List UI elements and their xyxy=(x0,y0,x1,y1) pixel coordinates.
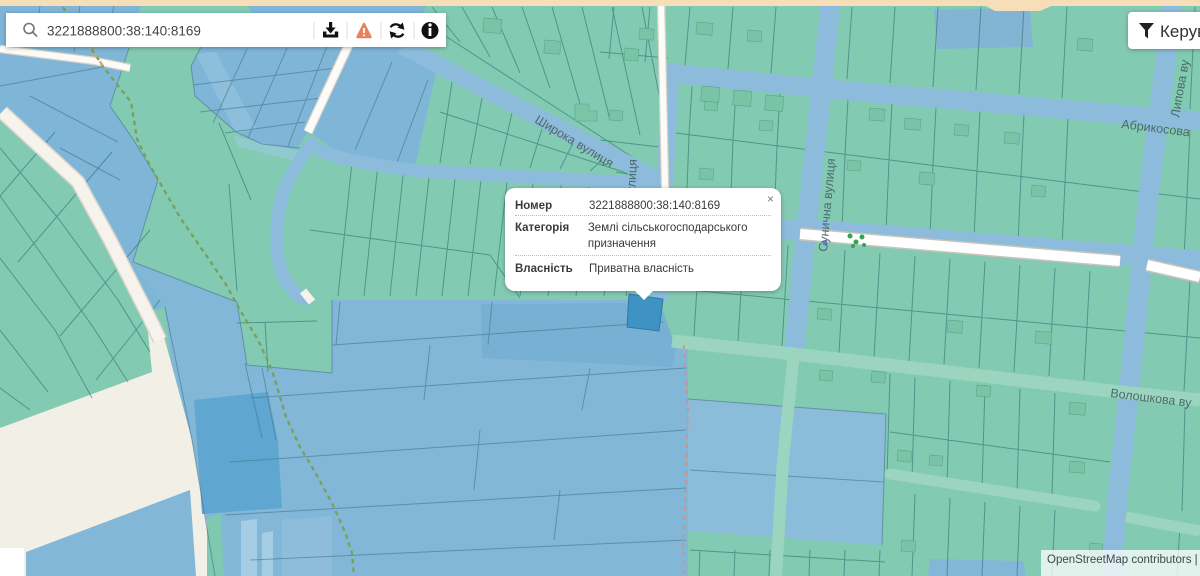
svg-text:Керування: Керування xyxy=(1160,22,1200,41)
svg-text:3221888800:38:140:8169: 3221888800:38:140:8169 xyxy=(47,24,201,39)
